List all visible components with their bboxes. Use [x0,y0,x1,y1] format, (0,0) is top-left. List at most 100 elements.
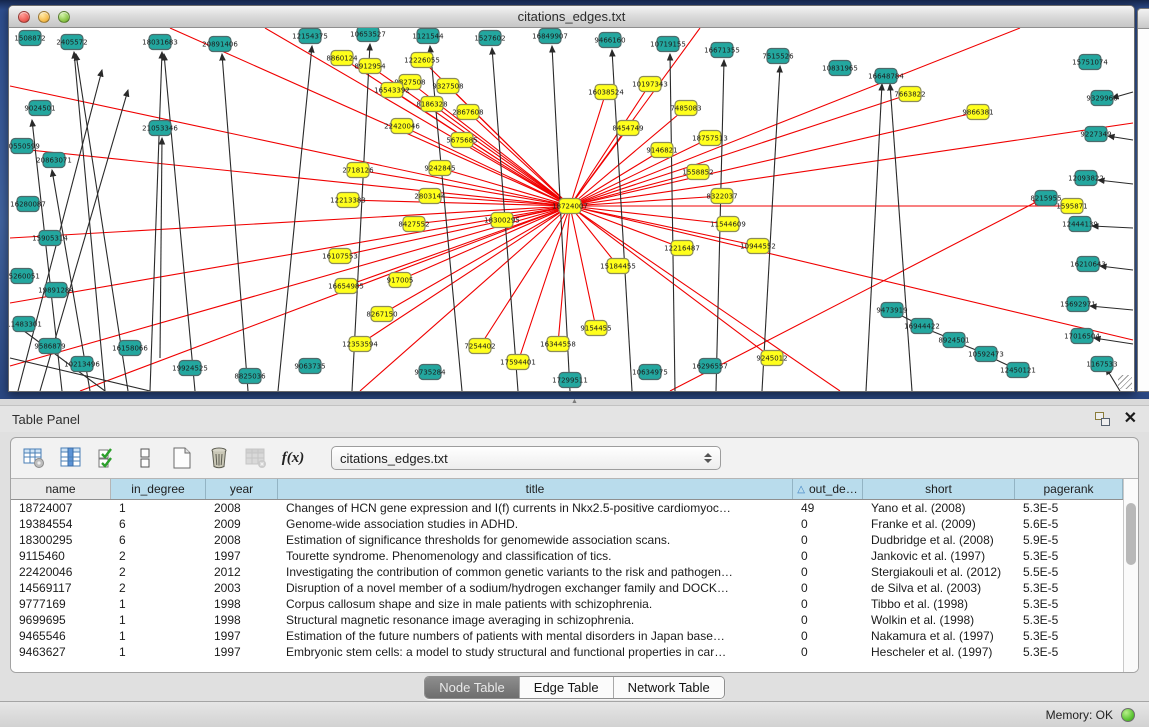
table-row[interactable]: 1872400712008Changes of HCN gene express… [11,500,1123,516]
table-row[interactable]: 946362711997Embryonic stem cells: a mode… [11,644,1123,660]
graph-node[interactable]: 12213383 [330,193,366,208]
function-builder-icon[interactable]: f(x) [280,445,306,471]
graph-node[interactable]: 25260051 [9,269,40,284]
graph-node[interactable]: 8322037 [706,189,737,204]
panel-splitter[interactable]: ▲ [0,399,1149,406]
graph-edge[interactable] [570,94,910,206]
graph-node[interactable]: 8912954 [354,59,386,74]
graph-node[interactable]: 9586879 [34,339,65,354]
table-row[interactable]: 969969511998Structural magnetic resonanc… [11,612,1123,628]
table-row[interactable]: 1938455462009Genome-wide association stu… [11,516,1123,532]
select-columns-icon[interactable] [95,445,121,471]
float-panel-icon[interactable] [1095,412,1110,426]
graph-node[interactable]: 2803144 [414,189,446,204]
graph-node[interactable]: 9466160 [594,33,625,48]
graph-node[interactable]: 20891406 [202,37,238,52]
graph-node[interactable]: 16296557 [692,359,728,374]
graph-node[interactable]: 16038524 [588,85,624,100]
graph-node[interactable]: 2718126 [342,163,374,178]
table-selector-dropdown[interactable]: citations_edges.txt [331,446,721,470]
table-row[interactable]: 946554611997Estimation of the future num… [11,628,1123,644]
graph-node[interactable]: 7254402 [464,339,495,354]
graph-node[interactable]: 15751074 [1072,55,1108,70]
graph-edge[interactable] [346,206,570,286]
graph-node[interactable]: 9063735 [294,359,325,374]
graph-node[interactable]: 9227349 [1080,127,1111,142]
graph-node[interactable]: 15692971 [1060,297,1096,312]
graph-node[interactable]: 7663822 [894,87,925,102]
background-window-edge[interactable] [1137,8,1149,392]
graph-node[interactable]: 9154455 [580,321,611,336]
window-resize-grip[interactable] [1118,375,1132,389]
graph-node[interactable]: 9329966 [1086,91,1118,106]
graph-node[interactable]: 11544609 [710,217,746,232]
graph-node[interactable]: 2405572 [56,35,87,50]
table-vertical-scrollbar[interactable] [1123,479,1138,672]
graph-node[interactable]: 8924501 [938,333,969,348]
table-row[interactable]: 911546021997Tourette syndrome. Phenomeno… [11,548,1123,564]
merge-rows-icon[interactable] [132,445,158,471]
graph-edge[interactable] [570,92,606,206]
graph-node[interactable]: 1527602 [474,31,505,46]
graph-node[interactable]: 8825036 [234,369,266,384]
column-header-out_degree[interactable]: △out_de… [793,479,863,499]
graph-node[interactable]: 21053346 [142,121,178,136]
graph-node[interactable]: 12093822 [1068,171,1104,186]
graph-node[interactable]: 15184455 [600,259,636,274]
graph-edge[interactable] [1090,306,1133,310]
graph-node[interactable]: 1167533 [1086,357,1117,372]
graph-edge[interactable] [762,66,780,391]
graph-edge[interactable] [570,28,700,206]
column-header-name[interactable]: name [11,479,111,499]
graph-node[interactable]: 8454749 [612,121,643,136]
graph-edge[interactable] [278,46,312,391]
graph-node[interactable]: 9327508 [432,79,463,94]
column-header-short[interactable]: short [863,479,1015,499]
zoom-window-button[interactable] [58,11,70,23]
graph-node[interactable]: 16158066 [112,341,148,356]
column-header-in_degree[interactable]: in_degree [111,479,206,499]
graph-edge[interactable] [1108,136,1133,140]
graph-node[interactable]: 10831965 [822,61,858,76]
close-panel-icon[interactable]: ✕ [1124,412,1137,426]
graph-node[interactable]: 10719155 [650,37,686,52]
graph-node[interactable]: 18031683 [142,35,178,50]
tab-edge-table[interactable]: Edge Table [519,677,613,698]
minimize-window-button[interactable] [38,11,50,23]
graph-node[interactable]: 8215955 [1030,191,1061,206]
graph-node[interactable]: 12444139 [1062,217,1098,232]
scrollbar-thumb[interactable] [1126,503,1136,565]
graph-node[interactable]: 10634975 [632,365,668,380]
graph-edge[interactable] [360,206,570,391]
graph-edge[interactable] [160,138,162,358]
graph-edge[interactable] [468,112,570,206]
table-row[interactable]: 977716911998Corpus callosum shape and si… [11,596,1123,612]
graph-node[interactable]: 16671355 [704,43,740,58]
graph-edge[interactable] [76,54,128,391]
tab-node-table[interactable]: Node Table [425,677,519,698]
table-row[interactable]: 1456911722003Disruption of a novel membe… [11,580,1123,596]
graph-node[interactable]: 8267150 [366,307,397,322]
graph-node[interactable]: 8427552 [398,217,429,232]
graph-node[interactable]: 9242845 [424,161,455,176]
graph-edge[interactable] [164,54,195,391]
graph-node[interactable]: 9473919 [876,303,907,318]
table-row[interactable]: 1830029562008Estimation of significance … [11,532,1123,548]
graph-node[interactable]: 9245012 [756,351,787,366]
graph-node[interactable]: 2867608 [452,105,483,120]
network-canvas[interactable]: 1872400712226055982750881863289327508165… [9,28,1134,391]
graph-node[interactable]: 9146821 [646,143,677,158]
graph-node[interactable]: 16849907 [532,29,568,44]
graph-node[interactable]: 1558852 [682,165,713,180]
graph-edge[interactable] [10,86,570,206]
graph-edge[interactable] [222,54,248,391]
graph-node[interactable]: 22420046 [384,119,420,134]
graph-node[interactable]: 16210643 [1070,257,1106,272]
graph-node[interactable]: 16344558 [540,337,576,352]
graph-node[interactable]: 1121544 [412,29,444,44]
graph-node[interactable]: 17299511 [552,373,588,388]
graph-node[interactable]: 7485083 [670,101,701,116]
graph-edge[interactable] [570,28,1020,206]
close-window-button[interactable] [18,11,30,23]
graph-node[interactable]: 5675685 [446,133,477,148]
